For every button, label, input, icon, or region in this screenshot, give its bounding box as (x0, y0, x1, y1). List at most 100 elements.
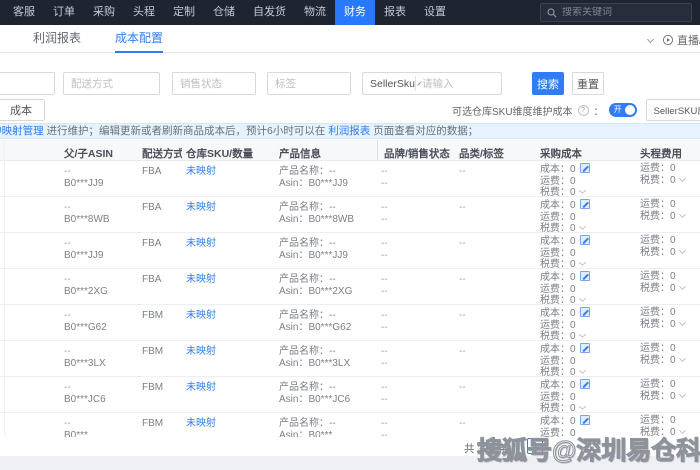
table-body: -- B0***JJ9 FBA 未映射 产品名称：-- Asin：B0***JJ9 -- --… (0, 161, 700, 449)
chevron-down-icon[interactable] (678, 318, 686, 326)
edit-cost-icon[interactable] (579, 235, 590, 245)
tab-cost-config[interactable]: 成本配置 (115, 25, 164, 53)
delivery-cell: FBA (138, 161, 182, 196)
unmapped-link[interactable]: 未映射 (186, 418, 216, 429)
table-row: -- B0***2XG FBA 未映射 产品名称：-- Asin：B0***2XG -- --… (0, 269, 700, 305)
edit-cost-icon[interactable] (579, 163, 590, 173)
sku-type-select[interactable]: SellerSku (363, 78, 422, 90)
delivery-method-input[interactable] (63, 72, 160, 95)
unmapped-link[interactable]: 未映射 (186, 166, 216, 177)
unmapped-link[interactable]: 未映射 (186, 310, 216, 321)
chevron-down-icon[interactable] (678, 210, 686, 218)
head-tax-line: 税费：0 (640, 354, 700, 367)
chevron-down-icon[interactable] (578, 258, 586, 267)
asin-cell: -- B0***G62 (60, 305, 138, 340)
unmapped-link[interactable]: 未映射 (186, 274, 216, 285)
tab-profit-report[interactable]: 利润报表 (33, 25, 81, 53)
edit-cost-icon[interactable] (579, 415, 590, 425)
product-name-line: 产品名称：-- (279, 166, 336, 177)
edit-cost-icon[interactable] (579, 307, 590, 317)
delivery-method-text: FBA (142, 202, 162, 213)
chevron-left-icon[interactable]: < (513, 440, 519, 452)
category-text: -- (459, 202, 466, 213)
edit-cost-icon[interactable] (579, 379, 590, 389)
chevron-down-icon[interactable] (678, 174, 686, 182)
column-header: 产品信息 (279, 148, 321, 160)
nav-item-采购[interactable]: 采购 (84, 0, 124, 25)
purchase-tax-text: 税费：0 (540, 295, 576, 304)
delivery-method-text: FBA (142, 274, 162, 285)
chevron-down-icon[interactable] (578, 186, 586, 195)
nav-item-定制[interactable]: 定制 (164, 0, 204, 25)
unmapped-link[interactable]: 未映射 (186, 238, 216, 249)
parent-asin-text: -- (64, 310, 71, 321)
tag-input[interactable] (267, 72, 351, 95)
top-nav: 客服 订单 采购 头程 定制 仓储 自发货 物流 财务 报表 设置 (0, 0, 700, 25)
unmapped-link[interactable]: 未映射 (186, 382, 216, 393)
purchase-tax-line: 税费：0 (540, 222, 630, 232)
purchase-tax-text: 税费：0 (540, 223, 576, 232)
parent-asin-text: -- (64, 274, 71, 285)
reset-button[interactable]: 重置 (572, 72, 604, 95)
chevron-down-icon[interactable] (678, 282, 686, 290)
question-circle-icon[interactable]: ? (577, 104, 589, 116)
edit-cost-icon[interactable] (579, 343, 590, 353)
chevron-down-icon[interactable] (578, 402, 586, 411)
sellersku-cost-update-button[interactable]: SellerSKU成本更新 (645, 99, 700, 121)
nav-item-自发货[interactable]: 自发货 (244, 0, 295, 25)
delivery-method-text: FBM (142, 418, 164, 429)
chevron-down-icon[interactable] (578, 294, 586, 303)
chevron-down-icon[interactable] (678, 390, 686, 398)
nav-item-财务[interactable]: 财务 (335, 0, 375, 25)
product-info-cell: 产品名称：-- Asin：B0***2XG (275, 269, 377, 304)
product-asin-line: Asin：B0***3LX (279, 358, 351, 369)
nav-item-报表[interactable]: 报表 (375, 0, 415, 25)
sku-value-input[interactable] (416, 77, 501, 90)
live-help-link[interactable]: 直播/ (662, 32, 700, 48)
brand-text: -- (381, 238, 388, 249)
unmapped-link[interactable]: 未映射 (186, 202, 216, 213)
chevron-down-icon[interactable] (578, 222, 586, 231)
chevron-down-icon[interactable] (678, 246, 686, 254)
asin-cell: -- B0***2XG (60, 269, 138, 304)
nav-item-订单[interactable]: 订单 (44, 0, 84, 25)
warehouse-sku-toggle[interactable]: 开 (608, 103, 637, 117)
sku-mapping-link[interactable]: SKU映射管理 (0, 125, 44, 137)
sales-status-text: -- (381, 394, 388, 405)
filter-input-partial[interactable] (0, 72, 55, 95)
unmapped-link[interactable]: 未映射 (186, 346, 216, 357)
delivery-cell: FBM (138, 305, 182, 340)
global-search-box[interactable] (540, 3, 692, 22)
colon: ： (593, 106, 604, 118)
chevron-down-icon[interactable] (678, 354, 686, 362)
nav-item-头程[interactable]: 头程 (124, 0, 164, 25)
parent-asin-text: -- (64, 382, 71, 393)
edit-cost-icon[interactable] (579, 271, 590, 281)
nav-item-物流[interactable]: 物流 (295, 0, 335, 25)
purchase-tax-text: 税费：0 (540, 259, 576, 268)
chevron-down-icon[interactable] (578, 366, 586, 375)
purchase-shipping-line: 运费：0 (540, 283, 576, 295)
category-tag-cell: -- (455, 197, 532, 232)
profit-report-link[interactable]: 利润报表 (328, 125, 370, 137)
chevron-down-icon[interactable] (646, 35, 655, 44)
head-tax-text: 税费：0 (640, 210, 676, 222)
sales-status-input[interactable] (172, 72, 256, 95)
nav-item-设置[interactable]: 设置 (415, 0, 455, 25)
headway-cost-cell: 运费：0 税费：0 (632, 305, 700, 340)
product-name-line: 产品名称：-- (279, 346, 336, 357)
global-search-input[interactable] (562, 7, 685, 18)
cost-line: 成本：0 (540, 235, 630, 248)
table-row: -- B0***JJ9 FBA 未映射 产品名称：-- Asin：B0***JJ9 -- --… (0, 161, 700, 197)
mapping-cell: 未映射 (182, 341, 275, 376)
search-button[interactable]: 搜索 (532, 72, 564, 95)
nav-item-客服[interactable]: 客服 (4, 0, 44, 25)
chevron-down-icon[interactable] (678, 426, 686, 434)
edit-cost-icon[interactable] (579, 199, 590, 209)
import-cost-button[interactable]: 成本 (0, 99, 45, 121)
tab-bar: 利润报表 成本配置 直播/ (0, 25, 700, 53)
chevron-down-icon[interactable] (578, 330, 586, 339)
nav-item-仓储[interactable]: 仓储 (204, 0, 244, 25)
page-number-button[interactable]: 1 (527, 438, 543, 454)
brand-status-cell: -- -- (377, 233, 455, 268)
